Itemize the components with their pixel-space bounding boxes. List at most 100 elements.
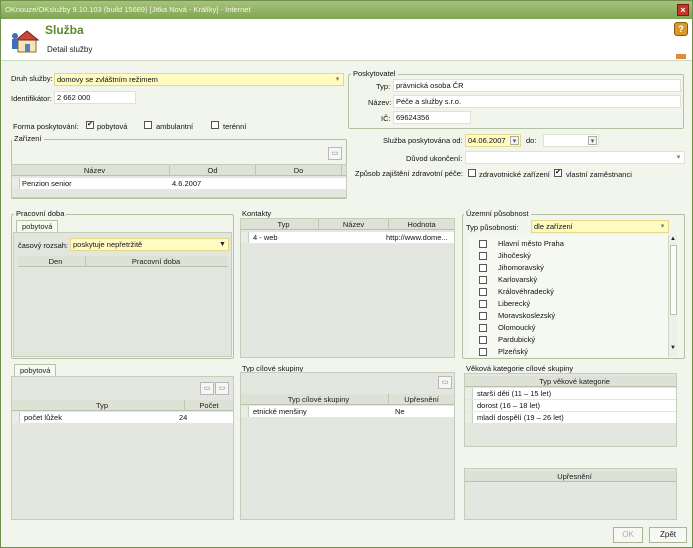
col-pracovni-doba[interactable]: Pracovní doba [86,256,226,267]
chevron-down-icon[interactable]: ▾ [333,75,342,84]
pracovni-doba-panel: časový rozsah: poskytuje nepřetržitě ▼ D… [13,232,232,357]
back-button[interactable]: Zpět [649,527,687,543]
table-row[interactable]: starší děti (11 – 15 let) [465,388,676,399]
table-row[interactable]: počet lůžek 24 [12,412,233,423]
calendar-dropdown-icon[interactable]: ▾ [510,136,519,145]
table-row[interactable]: dorost (16 – 18 let) [465,400,676,411]
region-checkbox[interactable] [479,264,487,272]
identifikator-field[interactable]: 2 662 000 [54,91,136,104]
page-header: Služba Detail služby ? [1,19,692,61]
vekove-table: Typ věkové kategorie starší děti (11 – 1… [464,373,677,447]
do-label: do: [526,136,537,145]
typ-pusobnosti-select[interactable]: dle zařízení ▾ [531,220,669,233]
chevron-down-icon[interactable]: ▾ [674,153,683,162]
col-den[interactable]: Den [26,256,86,267]
table-row[interactable]: 4 - web http://www.dome... [241,232,454,243]
rozsah-select[interactable]: poskytuje nepřetržitě ▼ [70,238,229,251]
list-item: Olomoucký [498,323,536,332]
region-checkbox[interactable] [479,252,487,260]
druh-select[interactable]: domovy se zvláštním režimem ▾ [54,73,344,86]
list-item: Hlavní město Praha [498,239,564,248]
kapacita-header: Typ Počet [12,400,233,411]
kontakt-typ-cell: 4 - web [253,233,278,242]
row-selector [465,400,473,411]
typ-field[interactable]: právnická osoba ČR [393,79,681,92]
vlastni-checkbox[interactable]: ✔ [554,169,562,177]
nazev-label: Název: [368,98,392,107]
row-selector [241,406,249,417]
region-checkbox[interactable] [479,348,487,356]
help-icon[interactable]: ? [674,22,688,36]
od-label: Služba poskytována od: [383,136,463,145]
ic-field[interactable]: 69624356 [393,111,471,124]
row-selector [12,412,20,423]
collapse-icon[interactable] [676,54,686,59]
list-item: Karlovarský [498,275,538,284]
cilove-panel: ▭ Typ cílové skupiny Upřesnění etnické m… [240,372,455,520]
do-date-field[interactable]: ▾ [543,134,599,147]
col-upresneni[interactable]: Upřesnění [389,394,454,405]
forma-ambulantni-checkbox[interactable] [144,121,152,129]
duvod-label: Důvod ukončení: [406,154,463,163]
close-icon[interactable]: × [677,4,689,16]
forma-pobytova-label: pobytová [97,122,128,131]
duvod-select[interactable]: ▾ [465,151,685,164]
region-checkbox[interactable] [479,324,487,332]
nazev-field[interactable]: Péče a služby s.r.o. [393,95,681,108]
table-row[interactable]: Penzion senior 4.6.2007 [12,178,346,189]
zarizeni-col-do[interactable]: Do [256,165,342,176]
list-item: Liberecký [498,299,531,308]
col-vekova-kategorie[interactable]: Typ věkové kategorie [473,376,676,387]
zarizeni-col-od[interactable]: Od [170,165,256,176]
region-checkbox[interactable] [479,288,487,296]
region-checkbox[interactable] [479,312,487,320]
zdravotnicke-checkbox[interactable] [468,169,476,177]
table-row[interactable]: etnické menšiny Ne [241,406,454,417]
region-checkbox[interactable] [479,300,487,308]
calendar-dropdown-icon[interactable]: ▾ [588,136,597,145]
scroll-down-icon[interactable]: ▼ [670,345,676,351]
forma-terenni-checkbox[interactable] [211,121,219,129]
add-zarizeni-icon[interactable]: ▭ [328,147,342,160]
zarizeni-col-nazev[interactable]: Název [20,165,170,176]
od-date-field[interactable]: 04.06.2007 ▾ [465,134,521,147]
remove-icon[interactable]: ▭ [215,382,229,395]
kapacita-pocet-cell: 24 [179,413,188,422]
vekove-header: Typ věkové kategorie [465,376,676,387]
region-checkbox[interactable] [479,240,487,248]
zarizeni-nazev-cell: Penzion senior [22,179,72,188]
add-cilova-skupina-icon[interactable]: ▭ [438,376,452,389]
chevron-down-icon[interactable]: ▾ [658,222,667,231]
col-kapacita-typ[interactable]: Typ [20,400,185,411]
col-typ[interactable]: Typ [249,219,319,230]
od-value: 04.06.2007 [468,136,506,145]
list-item: Jihočeský [498,251,531,260]
page-subtitle: Detail služby [47,45,93,54]
tab-pobytova[interactable]: pobytová [16,220,59,232]
ok-button[interactable]: OK [613,527,643,543]
poskytovatel-title: Poskytovatel [351,69,398,78]
col-typ-cilove[interactable]: Typ cílové skupiny [249,394,389,405]
col-vekove-upresneni[interactable]: Upřesnění [473,471,676,482]
regions-list: Hlavní město Praha Jihočeský Jihomoravsk… [469,235,679,357]
vekova-cell: starší děti (11 – 15 let) [477,389,552,398]
forma-pobytova-checkbox[interactable]: ✔ [86,121,94,129]
identifikator-label: Identifikátor: [11,94,52,103]
typ-value: právnická osoba ČR [396,81,464,90]
list-item: Královéhradecký [498,287,554,296]
col-nazev[interactable]: Název [319,219,389,230]
add-icon[interactable]: ▭ [200,382,214,395]
region-checkbox[interactable] [479,276,487,284]
chevron-down-icon[interactable]: ▼ [218,240,227,249]
col-pocet[interactable]: Počet [185,400,233,411]
kontakt-hodnota-cell[interactable]: http://www.dome... [386,232,454,243]
scroll-thumb[interactable] [670,245,677,315]
regions-scrollbar[interactable]: ▲ ▼ [668,235,678,357]
region-checkbox[interactable] [479,336,487,344]
rozsah-value: poskytuje nepřetržitě [73,240,143,249]
scroll-up-icon[interactable]: ▲ [670,236,676,242]
tab-kapacita-pobytova[interactable]: pobytová [14,364,57,376]
table-row[interactable]: mladí dospělí (19 – 26 let) [465,412,676,423]
col-hodnota[interactable]: Hodnota [389,219,454,230]
list-item: Moravskoslezský [498,311,556,320]
